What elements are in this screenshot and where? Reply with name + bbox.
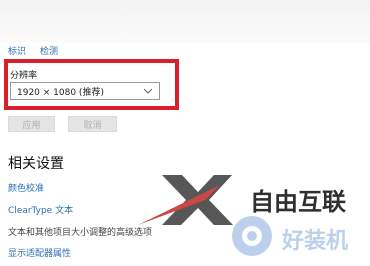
- adapter-properties-link[interactable]: 显示适配器属性: [8, 246, 71, 259]
- apply-button[interactable]: 应用: [8, 116, 55, 132]
- color-calibration-link[interactable]: 颜色校准: [8, 181, 44, 194]
- cleartype-link[interactable]: ClearType 文本: [8, 203, 73, 216]
- chevron-down-icon: [143, 88, 153, 94]
- x-logo-icon: [138, 175, 233, 225]
- watermark-text-1: 自由互联: [250, 188, 346, 216]
- identify-link[interactable]: 标识: [8, 44, 26, 57]
- advanced-sizing-link[interactable]: 文本和其他项目大小调整的高级选项: [8, 225, 152, 238]
- top-faded-area: [0, 0, 370, 42]
- display-settings-screen: 标识 检测 分辨率 1920 × 1080 (推荐) 应用 取消 相关设置 颜色…: [0, 0, 370, 266]
- watermark-logo-2: [232, 216, 272, 256]
- resolution-label: 分辨率: [10, 71, 38, 81]
- resolution-value: 1920 × 1080 (推荐): [17, 87, 104, 98]
- detect-link[interactable]: 检测: [40, 44, 58, 57]
- cancel-button[interactable]: 取消: [68, 116, 117, 132]
- watermark-text-2: 好装机: [281, 228, 348, 254]
- resolution-dropdown[interactable]: 1920 × 1080 (推荐): [10, 82, 160, 100]
- top-links: 标识 检测: [8, 44, 58, 57]
- related-settings-title: 相关设置: [8, 156, 64, 172]
